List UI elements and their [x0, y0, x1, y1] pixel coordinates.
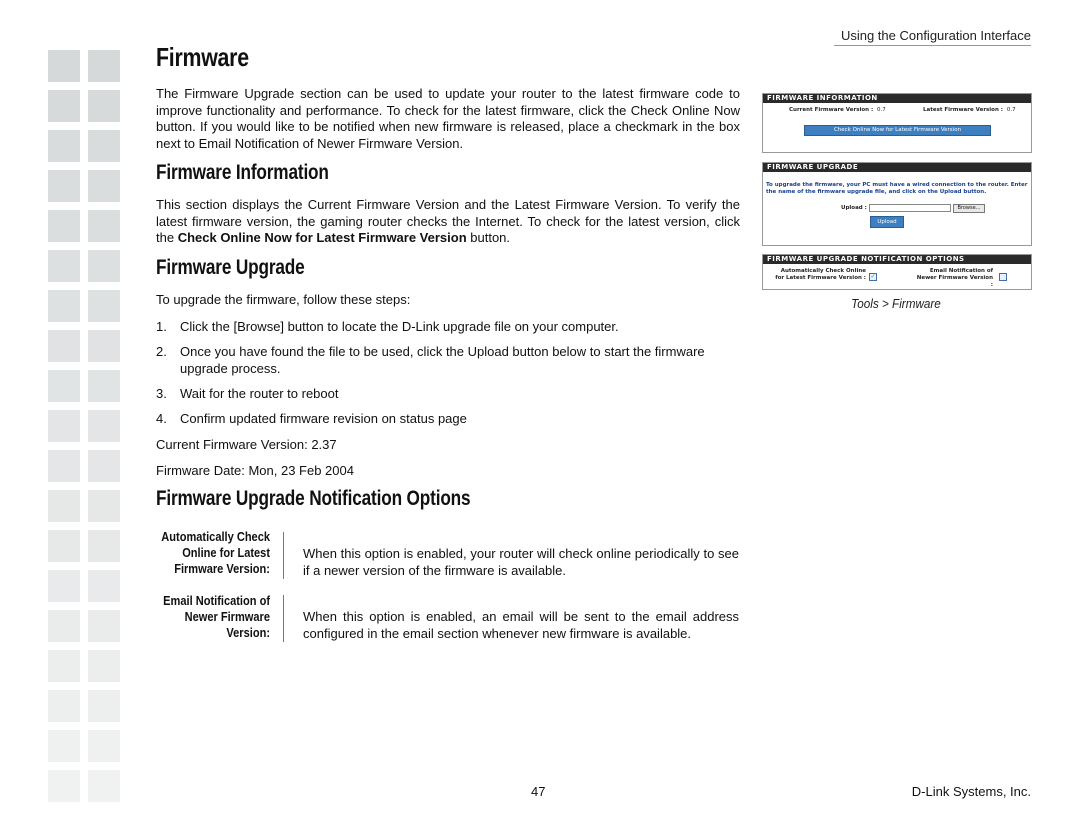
step-number: 1. — [156, 319, 167, 334]
decorative-square — [88, 330, 120, 362]
decorative-square — [48, 530, 80, 562]
label-line: Automatically Check — [161, 529, 270, 544]
latest-version-label: Latest Firmware Version : — [923, 107, 1003, 113]
text: button. — [466, 230, 511, 245]
label-line: Firmware Version: — [174, 561, 270, 576]
decorative-square — [88, 690, 120, 722]
decorative-square — [88, 570, 120, 602]
heading-firmware-upgrade: Firmware Upgrade — [156, 256, 305, 279]
decorative-square — [48, 490, 80, 522]
decorative-square — [48, 250, 80, 282]
browse-button[interactable]: Browse... — [953, 204, 985, 213]
check-online-button[interactable]: Check Online Now for Latest Firmware Ver… — [804, 125, 991, 136]
decorative-square — [48, 570, 80, 602]
step-number: 2. — [156, 344, 167, 359]
decorative-square — [48, 450, 80, 482]
decorative-square — [88, 170, 120, 202]
current-version-label: Current Firmware Version : — [789, 107, 874, 113]
upgrade-instructions: To upgrade the firmware, your PC must ha… — [766, 182, 1028, 195]
firmware-upgrade-panel: FIRMWARE UPGRADE To upgrade the firmware… — [762, 162, 1032, 246]
decorative-square — [88, 130, 120, 162]
option-description-email: When this option is enabled, an email wi… — [303, 609, 739, 641]
intro-paragraph: The Firmware Upgrade section can be used… — [156, 86, 740, 151]
decorative-square — [48, 290, 80, 322]
decorative-square — [88, 770, 120, 802]
decorative-square — [88, 370, 120, 402]
decorative-square — [48, 170, 80, 202]
latest-version-value: 0.7 — [1006, 107, 1016, 113]
step-item: 2. Once you have found the file to be use… — [156, 344, 740, 377]
company-name: D-Link Systems, Inc. — [911, 784, 1031, 799]
page-title: Firmware — [156, 42, 249, 72]
step-text: Click the [Browse] button to locate the … — [180, 319, 619, 334]
firmware-date: Firmware Date: Mon, 23 Feb 2004 — [156, 463, 354, 478]
current-version-value: 0.7 — [877, 107, 886, 113]
decorative-square — [48, 90, 80, 122]
decorative-square — [48, 130, 80, 162]
decorative-square — [48, 50, 80, 82]
screenshot-caption: Tools > Firmware — [851, 296, 941, 311]
decorative-square — [48, 650, 80, 682]
email-notification-label: Email Notification of Newer Firmware Ver… — [916, 268, 993, 288]
upgrade-lead: To upgrade the firmware, follow these st… — [156, 292, 411, 307]
decorative-square — [48, 730, 80, 762]
decorative-square — [48, 370, 80, 402]
panel-title: FIRMWARE UPGRADE NOTIFICATION OPTIONS — [763, 255, 1031, 264]
upload-label: Upload : — [841, 205, 867, 211]
label-line: Email Notification of — [163, 593, 270, 608]
decorative-square — [48, 610, 80, 642]
step-number: 4. — [156, 411, 167, 426]
decorative-square — [48, 210, 80, 242]
step-item: 3. Wait for the router to reboot — [156, 386, 740, 403]
email-notification-checkbox[interactable] — [999, 273, 1007, 281]
upload-button[interactable]: Upload — [870, 216, 904, 228]
panel-title: FIRMWARE INFORMATION — [763, 94, 1031, 103]
decorative-square — [88, 650, 120, 682]
decorative-square — [88, 250, 120, 282]
decorative-square — [88, 450, 120, 482]
heading-firmware-information: Firmware Information — [156, 161, 329, 184]
decorative-square — [88, 90, 120, 122]
section-header: Using the Configuration Interface — [834, 28, 1031, 46]
option-label-auto-check: Automatically Check Online for Latest Fi… — [160, 529, 270, 577]
decorative-square — [88, 490, 120, 522]
auto-check-checkbox[interactable]: ✓ — [869, 273, 877, 281]
latest-version-row: Latest Firmware Version : 0.7 — [923, 107, 1016, 113]
decorative-square — [88, 730, 120, 762]
notification-options-panel: FIRMWARE UPGRADE NOTIFICATION OPTIONS Au… — [762, 254, 1032, 290]
decorative-square — [88, 290, 120, 322]
auto-check-label: Automatically Check Online for Latest Fi… — [775, 268, 866, 281]
step-text: Once you have found the file to be used,… — [180, 344, 705, 376]
step-item: 1. Click the [Browse] button to locate th… — [156, 319, 740, 336]
page-number: 47 — [531, 784, 546, 799]
decorative-square — [88, 610, 120, 642]
label-line: Online for Latest — [182, 545, 270, 560]
heading-notification-options: Firmware Upgrade Notification Options — [156, 487, 471, 510]
decorative-square — [88, 410, 120, 442]
decorative-square — [88, 50, 120, 82]
decorative-square — [48, 690, 80, 722]
option-description-auto-check: When this option is enabled, your router… — [303, 546, 739, 578]
step-text: Wait for the router to reboot — [180, 386, 339, 401]
decorative-square — [88, 210, 120, 242]
decorative-square — [48, 770, 80, 802]
divider — [283, 595, 284, 642]
panel-title: FIRMWARE UPGRADE — [763, 163, 1031, 172]
bold-text: Check Online Now for Latest Firmware Ver… — [177, 230, 467, 245]
firmware-information-paragraph: This section displays the Current Firmwa… — [156, 197, 740, 247]
step-item: 4. Confirm updated firmware revision on s… — [156, 411, 740, 428]
upload-file-input[interactable] — [869, 204, 951, 212]
label-line: Version: — [226, 625, 270, 640]
option-label-email-notification: Email Notification of Newer Firmware Ver… — [160, 593, 270, 641]
divider — [283, 532, 284, 579]
current-firmware-version: Current Firmware Version: 2.37 — [156, 437, 337, 452]
label-line: Newer Firmware — [184, 609, 270, 624]
step-text: Confirm updated firmware revision on sta… — [180, 411, 467, 426]
current-version-row: Current Firmware Version : 0.7 — [789, 107, 886, 113]
decorative-square — [48, 330, 80, 362]
step-number: 3. — [156, 386, 167, 401]
firmware-information-panel: FIRMWARE INFORMATION Current Firmware Ve… — [762, 93, 1032, 153]
decorative-square — [48, 410, 80, 442]
decorative-square — [88, 530, 120, 562]
